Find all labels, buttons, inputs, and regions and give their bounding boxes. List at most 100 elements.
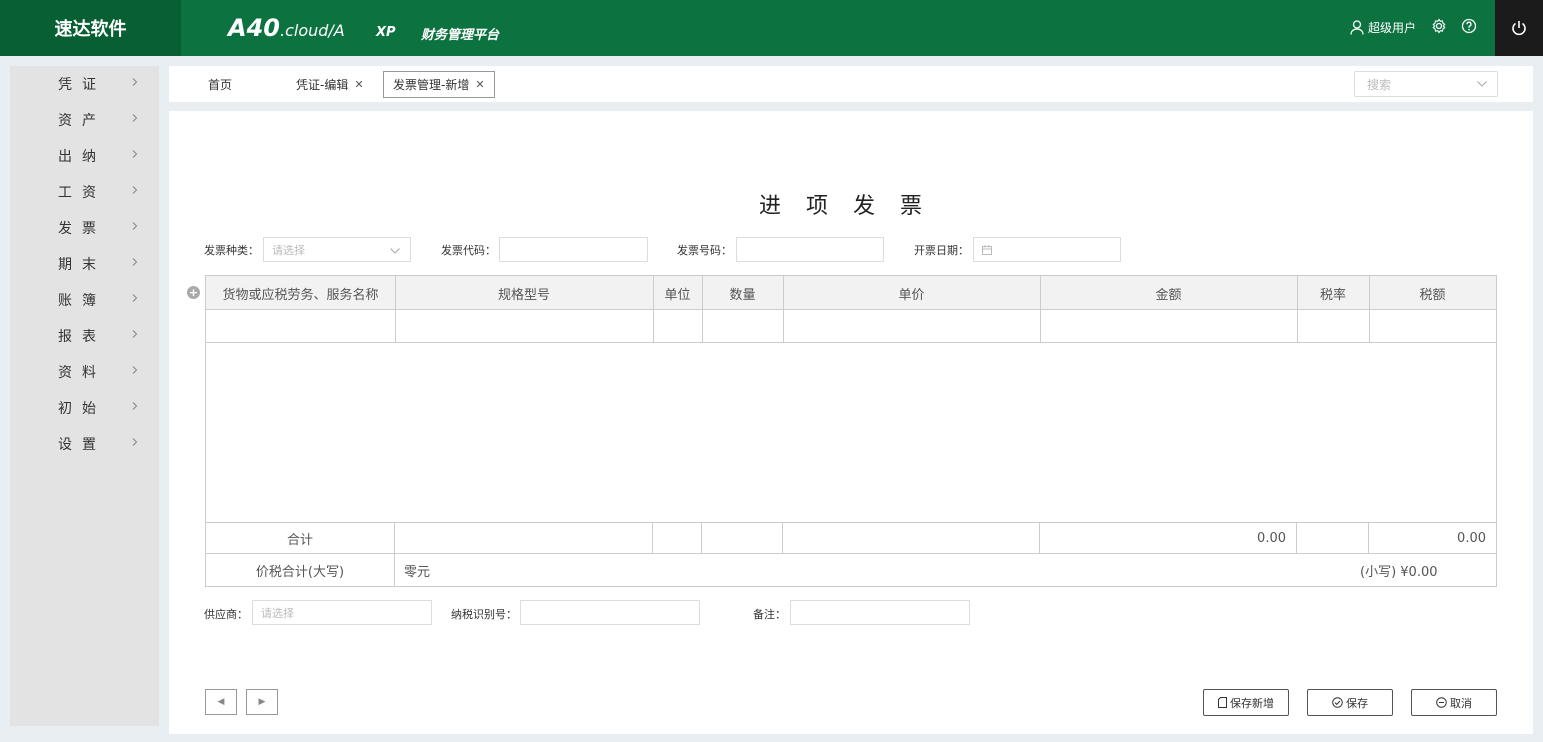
column-divider: [702, 276, 703, 310]
sidebar-item-label: 账簿: [58, 293, 106, 309]
sidebar-item-label: 初始: [58, 401, 106, 417]
table-row[interactable]: [206, 310, 1496, 342]
sidebar-item-ledger[interactable]: 账簿: [10, 282, 159, 318]
column-divider: [653, 276, 654, 310]
col-header-tax-amount: 税额: [1419, 287, 1446, 303]
invoice-type-placeholder: 请选择: [272, 243, 305, 257]
chevron-right-icon: [132, 114, 138, 122]
chevron-down-icon: [1477, 81, 1487, 87]
sidebar: 凭证 资产 出纳 工资 发票 期末 账簿 报表 资料 初始 设置: [10, 66, 159, 726]
cancel-button[interactable]: 取消: [1411, 689, 1497, 716]
chevron-right-icon: [132, 258, 138, 266]
invoice-code-field[interactable]: [499, 237, 648, 262]
col-header-unit: 单位: [664, 287, 691, 303]
tab-label: 发票管理-新增: [393, 78, 470, 92]
tab-home[interactable]: 首页: [208, 71, 232, 98]
chevron-right-icon: [132, 438, 138, 446]
calendar-icon: [982, 244, 992, 255]
column-divider: [395, 276, 396, 310]
brand-name: 速达软件: [0, 0, 181, 56]
minus-circle-icon: [1436, 697, 1447, 708]
sidebar-item-label: 设置: [58, 437, 106, 453]
tab-invoice-new[interactable]: 发票管理-新增 ✕: [383, 71, 495, 98]
small-total-value: (小写) ¥0.00: [1360, 564, 1438, 580]
total-amount: 0.00: [1257, 530, 1286, 546]
sidebar-item-master-data[interactable]: 资料: [10, 354, 159, 390]
table-header: 货物或应税劳务、服务名称 规格型号 单位 数量 单价 金额 税率 税额: [206, 276, 1496, 310]
save-label: 保存: [1346, 696, 1368, 710]
sidebar-item-label: 发票: [58, 221, 106, 237]
invoice-code-label: 发票代码：: [441, 244, 496, 257]
sidebar-item-label: 资料: [58, 365, 106, 381]
tax-id-field[interactable]: [520, 600, 700, 625]
chevron-right-icon: [132, 402, 138, 410]
supplier-placeholder: 请选择: [261, 606, 294, 620]
supplier-select[interactable]: 请选择: [252, 600, 432, 625]
column-divider: [1040, 276, 1041, 310]
search-placeholder: 搜索: [1367, 77, 1392, 92]
sidebar-item-label: 期末: [58, 257, 106, 273]
column-divider: [1297, 276, 1298, 310]
user-menu[interactable]: 超级用户: [1350, 19, 1416, 36]
sidebar-item-invoice[interactable]: 发票: [10, 210, 159, 246]
sidebar-item-settings[interactable]: 设置: [10, 426, 159, 462]
prev-button[interactable]: ◀: [205, 689, 237, 715]
column-divider: [1369, 276, 1370, 310]
logo-suffix: .cloud/A: [279, 21, 345, 40]
save-and-new-label: 保存新增: [1230, 696, 1274, 710]
tab-label: 凭证-编辑: [296, 78, 349, 92]
supplier-label: 供应商：: [204, 608, 248, 621]
close-icon[interactable]: ✕: [354, 78, 363, 91]
document-icon: [1218, 697, 1227, 708]
triangle-left-icon: ◀: [217, 697, 225, 707]
page-title: 进 项 发 票: [759, 194, 931, 219]
col-header-tax-rate: 税率: [1319, 287, 1346, 303]
sidebar-item-period-end[interactable]: 期末: [10, 246, 159, 282]
invoice-date-label: 开票日期：: [914, 244, 969, 257]
col-header-spec: 规格型号: [497, 287, 550, 303]
sidebar-item-initial[interactable]: 初始: [10, 390, 159, 426]
note-field[interactable]: [790, 600, 970, 625]
column-divider: [782, 522, 783, 553]
tab-voucher-edit[interactable]: 凭证-编辑 ✕: [296, 71, 364, 98]
sidebar-item-voucher[interactable]: 凭证: [10, 66, 159, 102]
triangle-right-icon: ▶: [258, 697, 266, 707]
cancel-label: 取消: [1450, 696, 1472, 710]
sidebar-item-payroll[interactable]: 工资: [10, 174, 159, 210]
gear-icon[interactable]: [1431, 18, 1447, 34]
sidebar-item-reports[interactable]: 报表: [10, 318, 159, 354]
sidebar-item-label: 出纳: [58, 149, 106, 165]
sidebar-item-cashier[interactable]: 出纳: [10, 138, 159, 174]
total-label: 合计: [286, 532, 313, 548]
row-divider: [206, 342, 1496, 343]
sidebar-item-label: 资产: [58, 113, 106, 129]
close-icon[interactable]: ✕: [475, 78, 484, 91]
column-divider: [652, 522, 653, 553]
save-button[interactable]: 保存: [1307, 689, 1393, 716]
invoice-type-label: 发票种类：: [204, 244, 259, 257]
save-and-new-button[interactable]: 保存新增: [1203, 689, 1289, 716]
chevron-right-icon: [132, 78, 138, 86]
app-header: 速达软件 A40.cloud/A XP 财务管理平台 超级用户: [0, 0, 1543, 56]
user-name: 超级用户: [1368, 21, 1417, 35]
edition-label: XP: [376, 25, 396, 40]
search-select[interactable]: 搜索: [1354, 71, 1498, 97]
capital-total-label: 价税合计(大写): [255, 564, 345, 580]
sidebar-item-assets[interactable]: 资产: [10, 102, 159, 138]
row-divider: [206, 522, 1496, 523]
next-button[interactable]: ▶: [246, 689, 278, 715]
add-row-icon[interactable]: +: [187, 286, 200, 299]
logo-main: A40: [228, 14, 280, 42]
chevron-right-icon: [132, 222, 138, 230]
chevron-right-icon: [132, 294, 138, 302]
invoice-type-select[interactable]: 请选择: [263, 237, 411, 262]
chevron-down-icon: [390, 248, 400, 254]
column-divider: [783, 276, 784, 310]
invoice-date-field[interactable]: [973, 237, 1121, 262]
invoice-number-field[interactable]: [736, 237, 884, 262]
check-circle-icon: [1332, 697, 1343, 708]
power-button[interactable]: [1495, 0, 1543, 56]
help-icon[interactable]: [1461, 18, 1477, 34]
product-logo: A40.cloud/A: [228, 14, 345, 42]
sidebar-item-label: 凭证: [58, 77, 106, 93]
